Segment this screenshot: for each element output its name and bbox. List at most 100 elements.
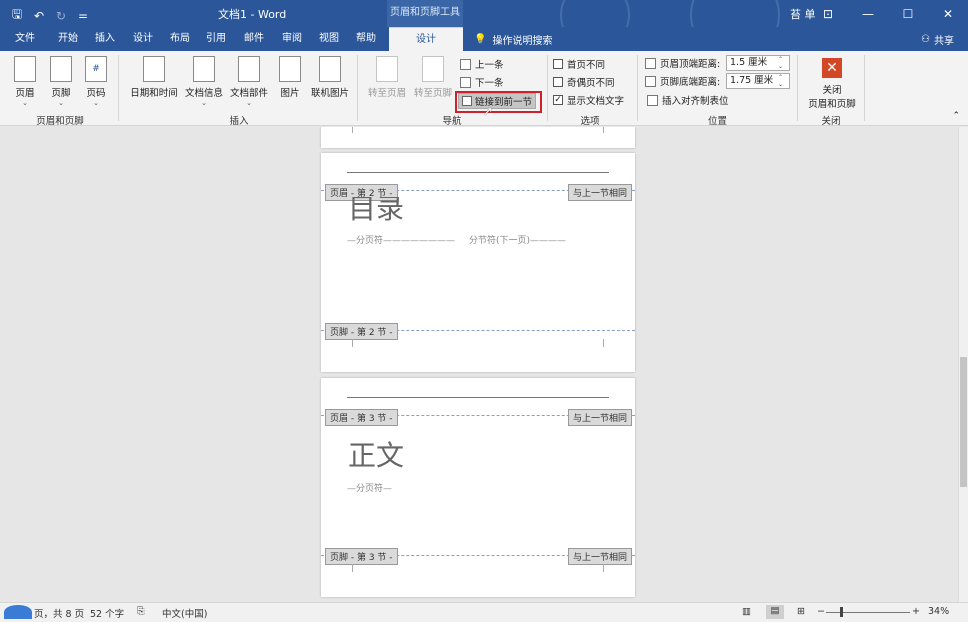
redo-icon[interactable]: ↻ [54, 9, 68, 23]
tab-mailings[interactable]: 邮件 [237, 27, 271, 51]
different-odd-even-label: 奇偶页不同 [567, 78, 615, 89]
close-line2-label: 页眉和页脚 [808, 99, 856, 110]
insert-alignment-tab-button[interactable]: 插入对齐制表位 [647, 92, 729, 108]
header-section-tag: 页眉 - 第 3 节 - [325, 409, 398, 426]
lightbulb-icon: 💡 [474, 34, 487, 45]
next-label: 下一条 [475, 78, 504, 89]
tab-insert[interactable]: 插入 [88, 27, 122, 51]
crop-mark [345, 564, 353, 572]
header-top-distance-input[interactable]: 1.5 厘米 [726, 55, 790, 71]
footer-button[interactable]: 页脚 ⌄ [48, 56, 74, 107]
calendar-icon [143, 56, 165, 82]
close-window-icon[interactable]: ✕ [928, 0, 968, 27]
ribbon-display-options-icon[interactable]: ⊡ [808, 0, 848, 27]
show-doc-text-label: 显示文档文字 [567, 96, 625, 107]
picture-button[interactable]: 图片 [277, 56, 303, 99]
chevron-down-icon: ⌄ [246, 99, 252, 107]
doc-parts-label: 文档部件 [229, 88, 268, 99]
page-2[interactable]: 页眉 - 第 2 节 - 与上一节相同 目录 —分页符———————— 分节符(… [321, 153, 635, 372]
maximize-icon[interactable]: ☐ [888, 0, 928, 27]
zoom-slider[interactable] [826, 612, 910, 613]
picture-icon [279, 56, 301, 82]
word-count[interactable]: 52 个字 [90, 606, 124, 620]
header-rule [347, 397, 609, 398]
group-label-navigation: 导航 [442, 116, 462, 127]
footer-bottom-distance-input[interactable]: 1.75 厘米 [726, 73, 790, 89]
header-button[interactable]: 页眉 ⌄ [12, 56, 38, 107]
save-icon[interactable]: 🖫 [10, 5, 24, 26]
group-label-close: 关闭 [821, 116, 841, 127]
goto-footer-button[interactable]: 转至页脚 [412, 56, 454, 99]
tab-help[interactable]: 帮助 [349, 27, 383, 51]
tab-header-footer-design[interactable]: 设计 [389, 27, 463, 51]
page-count[interactable]: 页，共 8 页 [34, 606, 84, 620]
window-controls: ⊡ — ☐ ✕ [808, 0, 968, 27]
tab-file[interactable]: 文件 [8, 27, 42, 51]
document-canvas[interactable]: 页眉 - 第 2 节 - 与上一节相同 目录 —分页符———————— 分节符(… [0, 127, 958, 602]
crop-mark [603, 127, 611, 133]
minimize-icon[interactable]: — [848, 0, 888, 27]
online-picture-icon [319, 56, 341, 82]
same-as-previous-footer-tag: 与上一节相同 [567, 548, 632, 565]
show-document-text-checkbox[interactable]: ✓ 显示文档文字 [553, 92, 624, 108]
crop-mark [603, 564, 611, 572]
date-time-button[interactable]: 日期和时间 [128, 56, 180, 99]
chevron-down-icon: ⌄ [58, 99, 64, 107]
group-label-insert: 插入 [229, 116, 249, 127]
page-1-bottom [321, 127, 635, 148]
group-separator [118, 55, 119, 121]
vertical-scrollbar[interactable] [958, 127, 968, 602]
web-layout-icon[interactable]: ⊞ [797, 606, 805, 617]
title-bar: 🖫 ↶ ↻ = 文档1 - Word 页眉和页脚工具 苔 单 ⊡ — ☐ ✕ [0, 0, 968, 60]
previous-section-button[interactable]: 上一条 [460, 56, 504, 72]
collapse-ribbon-icon[interactable]: ⌃ [952, 111, 960, 121]
previous-label: 上一条 [475, 60, 504, 71]
print-layout-icon[interactable]: ▤ [766, 605, 784, 619]
share-button[interactable]: ⚇ 共享 [921, 32, 954, 47]
customize-qat-icon[interactable]: = [76, 9, 90, 23]
tab-references[interactable]: 引用 [199, 27, 233, 51]
header-top-label: 页眉顶端距离: [660, 59, 721, 70]
goto-footer-icon [422, 56, 444, 82]
page-number-button[interactable]: # 页码 ⌄ [83, 56, 109, 107]
page-number-icon: # [85, 56, 107, 82]
close-header-footer-button[interactable]: ✕ 关闭 页眉和页脚 [803, 56, 861, 110]
footer-icon [50, 56, 72, 82]
tab-layout[interactable]: 布局 [163, 27, 197, 51]
zoom-out-icon[interactable]: − [817, 606, 825, 617]
goto-footer-label: 转至页脚 [413, 88, 452, 99]
goto-header-label: 转至页眉 [367, 88, 406, 99]
different-first-page-checkbox[interactable]: 首页不同 [553, 56, 605, 72]
checkbox-unchecked-icon [553, 59, 563, 69]
group-label-position: 位置 [707, 116, 727, 127]
previous-icon [460, 58, 471, 70]
status-bar: 页，共 8 页 52 个字 ⎘ 中文(中国) ▥ ▤ ⊞ − + 34% [0, 602, 968, 622]
next-icon [460, 76, 471, 88]
tab-home[interactable]: 开始 [50, 27, 86, 51]
checkbox-checked-icon: ✓ [553, 95, 563, 105]
zoom-in-icon[interactable]: + [912, 606, 920, 617]
next-section-button[interactable]: 下一条 [460, 74, 504, 90]
close-red-icon: ✕ [822, 58, 842, 78]
doc-parts-button[interactable]: 文档部件 ⌄ [228, 56, 270, 107]
zoom-level[interactable]: 34% [928, 606, 949, 617]
zoom-slider-thumb[interactable] [840, 607, 843, 617]
read-mode-icon[interactable]: ▥ [742, 606, 751, 617]
goto-header-button[interactable]: 转至页眉 [366, 56, 408, 99]
document-parts-icon [238, 56, 260, 82]
page-3[interactable]: 页眉 - 第 3 节 - 与上一节相同 正文 —分页符— 页脚 - 第 3 节 … [321, 378, 635, 597]
doc-info-button[interactable]: 文档信息 ⌄ [184, 56, 224, 107]
doc-info-label: 文档信息 [184, 88, 223, 99]
tell-me-search[interactable]: 💡 操作说明搜索 [474, 32, 552, 47]
undo-icon[interactable]: ↶ [32, 9, 46, 23]
tab-review[interactable]: 审阅 [275, 27, 309, 51]
proofing-icon[interactable]: ⎘ [137, 606, 145, 617]
tab-design[interactable]: 设计 [126, 27, 160, 51]
scrollbar-thumb[interactable] [960, 357, 967, 487]
crop-mark [345, 339, 353, 347]
header-label: 页眉 [15, 88, 35, 99]
tab-view[interactable]: 视图 [312, 27, 346, 51]
language[interactable]: 中文(中国) [162, 606, 207, 620]
online-picture-button[interactable]: 联机图片 [308, 56, 352, 99]
different-odd-even-checkbox[interactable]: 奇偶页不同 [553, 74, 615, 90]
